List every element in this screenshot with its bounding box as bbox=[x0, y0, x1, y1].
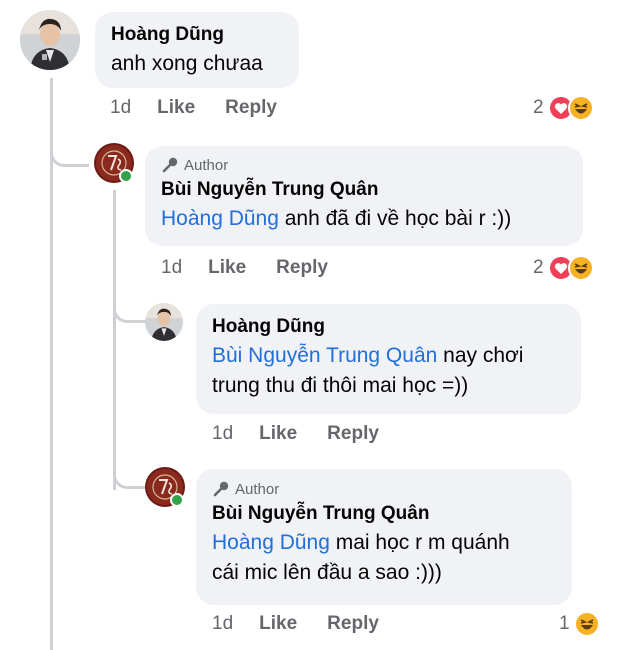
timestamp[interactable]: 1d bbox=[212, 423, 233, 445]
thread-line-main bbox=[50, 78, 53, 650]
author-badge: Author bbox=[161, 156, 567, 174]
avatar[interactable] bbox=[20, 10, 80, 70]
comment-text: Hoàng Dũng mai học r m quánh bbox=[212, 528, 556, 558]
author-name[interactable]: Hoàng Dũng bbox=[212, 315, 565, 339]
haha-reaction-icon bbox=[573, 611, 600, 637]
comment-actions: 1d Like Reply bbox=[212, 423, 409, 445]
haha-reaction-icon bbox=[567, 255, 594, 281]
comment-text-body: anh đã đi về học bài r :)) bbox=[278, 207, 512, 230]
comment-bubble: Author Bùi Nguyễn Trung Quân Hoàng Dũng … bbox=[196, 469, 572, 605]
timestamp[interactable]: 1d bbox=[110, 97, 131, 119]
microphone-icon bbox=[213, 481, 229, 497]
mention-link[interactable]: Hoàng Dũng bbox=[212, 531, 330, 554]
comment-text-line2: cái mic lên đầu a sao :))) bbox=[212, 561, 442, 584]
person-avatar-icon bbox=[145, 303, 183, 341]
reaction-summary[interactable]: 1 bbox=[559, 611, 600, 637]
mention-link[interactable]: Bùi Nguyễn Trung Quân bbox=[212, 344, 437, 367]
author-name[interactable]: Bùi Nguyễn Trung Quân bbox=[212, 502, 556, 526]
comment-actions: 1d Like Reply bbox=[212, 613, 409, 635]
reply-button[interactable]: Reply bbox=[327, 613, 379, 635]
author-badge-label: Author bbox=[235, 480, 280, 498]
like-button[interactable]: Like bbox=[259, 613, 297, 635]
thread-connector-reply-1 bbox=[50, 140, 89, 167]
reaction-count: 2 bbox=[533, 257, 544, 278]
thread-line-sub bbox=[113, 190, 116, 490]
timestamp[interactable]: 1d bbox=[161, 257, 182, 279]
reaction-summary[interactable]: 2 bbox=[533, 95, 594, 121]
author-name[interactable]: Bùi Nguyễn Trung Quân bbox=[161, 178, 567, 202]
reaction-summary[interactable]: 2 bbox=[533, 255, 594, 281]
like-button[interactable]: Like bbox=[208, 257, 246, 279]
online-status-dot bbox=[119, 169, 133, 183]
thread-connector-reply-3 bbox=[113, 462, 146, 489]
microphone-icon bbox=[162, 157, 178, 173]
comment-text: Hoàng Dũng anh đã đi về học bài r :)) bbox=[161, 204, 567, 234]
comment-text-line1: nay chơi bbox=[437, 344, 524, 367]
reply-button[interactable]: Reply bbox=[276, 257, 328, 279]
comment-bubble: Hoàng Dũng anh xong chưaa bbox=[95, 12, 299, 88]
avatar[interactable] bbox=[145, 303, 183, 341]
author-badge: Author bbox=[212, 480, 556, 498]
haha-reaction-icon bbox=[567, 95, 594, 121]
reaction-count: 2 bbox=[533, 97, 544, 118]
comment-bubble: Author Bùi Nguyễn Trung Quân Hoàng Dũng … bbox=[145, 146, 583, 246]
comment-bubble: Hoàng Dũng Bùi Nguyễn Trung Quân nay chơ… bbox=[196, 304, 581, 414]
comment-actions: 1d Like Reply bbox=[161, 257, 358, 279]
author-badge-label: Author bbox=[184, 156, 229, 174]
comment-text-line2: trung thu đi thôi mai học =)) bbox=[212, 374, 469, 397]
mention-link[interactable]: Hoàng Dũng bbox=[161, 207, 279, 230]
like-button[interactable]: Like bbox=[157, 97, 195, 119]
reply-button[interactable]: Reply bbox=[225, 97, 277, 119]
author-name[interactable]: Hoàng Dũng bbox=[111, 23, 283, 47]
person-avatar-icon bbox=[20, 10, 80, 70]
thread-connector-reply-2 bbox=[113, 296, 146, 323]
comment-text: Bùi Nguyễn Trung Quân nay chơi bbox=[212, 341, 565, 371]
reply-button[interactable]: Reply bbox=[327, 423, 379, 445]
comment-actions: 1d Like Reply bbox=[110, 97, 307, 119]
timestamp[interactable]: 1d bbox=[212, 613, 233, 635]
reaction-count: 1 bbox=[559, 613, 570, 634]
comment-text-line1: mai học r m quánh bbox=[329, 531, 510, 554]
like-button[interactable]: Like bbox=[259, 423, 297, 445]
comment-text: anh xong chưaa bbox=[111, 52, 263, 75]
online-status-dot bbox=[170, 493, 184, 507]
